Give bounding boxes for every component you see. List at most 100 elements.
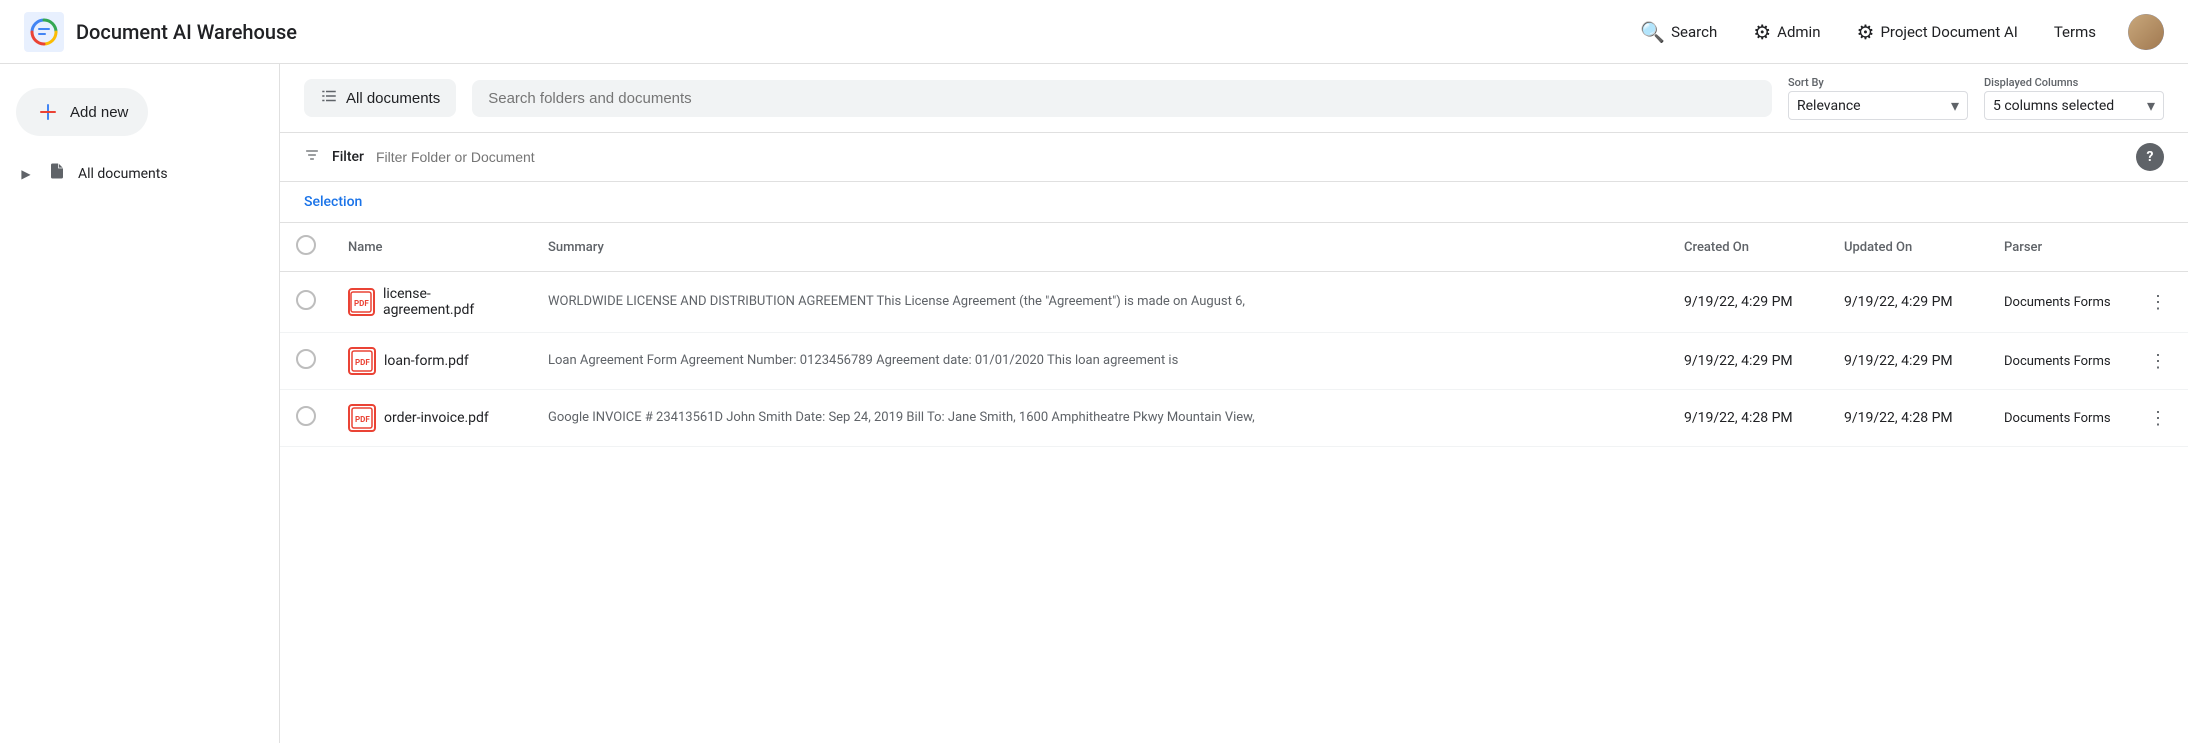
svg-text:PDF: PDF — [354, 299, 369, 308]
summary-text: WORLDWIDE LICENSE AND DISTRIBUTION AGREE… — [548, 294, 1245, 309]
created-on-value: 9/19/22, 4:29 PM — [1684, 353, 1793, 369]
row-checkbox[interactable] — [296, 406, 316, 426]
filter-icon — [304, 147, 320, 167]
search-icon: 🔍 — [1640, 20, 1665, 44]
filter-bar: Filter ? — [280, 133, 2188, 182]
parser-value: Documents Forms — [2004, 354, 2111, 369]
updated-on-value: 9/19/22, 4:28 PM — [1844, 410, 1953, 426]
row-parser-cell: Documents Forms — [1988, 333, 2128, 390]
table-row: PDF order-invoice.pdf Google INVOICE # 2… — [280, 390, 2188, 447]
admin-nav-item[interactable]: ⚙ Admin — [1749, 12, 1824, 52]
file-name-text: order-invoice.pdf — [384, 410, 489, 426]
more-options-button[interactable]: ⋮ — [2144, 288, 2172, 316]
col-header-created: Created On — [1668, 223, 1828, 272]
updated-on-value: 9/19/22, 4:29 PM — [1844, 353, 1953, 369]
row-actions-cell: ⋮ — [2128, 333, 2188, 390]
all-docs-label: All documents — [346, 90, 440, 107]
search-nav-label: Search — [1671, 23, 1717, 41]
row-actions-cell: ⋮ — [2128, 272, 2188, 333]
col-header-parser: Parser — [1988, 223, 2128, 272]
columns-label: Displayed Columns — [1984, 76, 2164, 89]
row-checkbox-cell — [280, 390, 332, 447]
columns-select[interactable]: 5 columns selected ▾ — [1984, 91, 2164, 120]
sort-by-select[interactable]: Relevance ▾ — [1788, 91, 1968, 120]
sort-by-value: Relevance — [1797, 98, 1861, 114]
terms-nav-label: Terms — [2054, 23, 2096, 41]
add-new-button[interactable]: Add new — [16, 88, 148, 136]
row-checkbox-cell — [280, 333, 332, 390]
search-nav-item[interactable]: 🔍 Search — [1636, 12, 1721, 52]
row-updated-cell: 9/19/22, 4:28 PM — [1828, 390, 1988, 447]
summary-text: Google INVOICE # 23413561D John Smith Da… — [548, 410, 1255, 425]
sort-by-group: Sort By Relevance ▾ — [1788, 76, 1968, 120]
nav-actions: 🔍 Search ⚙ Admin ⚙ Project Document AI T… — [1636, 12, 2164, 52]
list-icon — [320, 87, 338, 109]
svg-text:PDF: PDF — [355, 358, 370, 367]
table-row: PDF loan-form.pdf Loan Agreement Form Ag… — [280, 333, 2188, 390]
project-nav-item[interactable]: ⚙ Project Document AI — [1853, 12, 2022, 52]
summary-text: Loan Agreement Form Agreement Number: 01… — [548, 353, 1178, 368]
more-options-button[interactable]: ⋮ — [2144, 404, 2172, 432]
col-header-name: Name — [332, 223, 532, 272]
plus-icon — [36, 100, 60, 124]
row-actions-cell: ⋮ — [2128, 390, 2188, 447]
expand-icon: ▶ — [16, 164, 36, 184]
sort-by-label: Sort By — [1788, 76, 1968, 89]
table-header-row: Name Summary Created On Updated On Parse… — [280, 223, 2188, 272]
row-created-cell: 9/19/22, 4:28 PM — [1668, 390, 1828, 447]
avatar-image — [2128, 14, 2164, 50]
file-name-text: loan-form.pdf — [384, 353, 469, 369]
sidebar: Add new ▶ All documents — [0, 64, 280, 743]
add-new-label: Add new — [70, 104, 128, 121]
admin-icon: ⚙ — [1753, 20, 1771, 44]
help-button[interactable]: ? — [2136, 143, 2164, 171]
row-name-cell: PDF loan-form.pdf — [332, 333, 532, 390]
app-logo: Document AI Warehouse — [24, 12, 297, 52]
header-checkbox[interactable] — [296, 235, 316, 255]
sidebar-item-label: All documents — [78, 166, 168, 182]
selection-row: Selection — [280, 182, 2188, 223]
col-header-summary: Summary — [532, 223, 1668, 272]
main-content: All documents Sort By Relevance ▾ Displa… — [280, 64, 2188, 743]
columns-group: Displayed Columns 5 columns selected ▾ — [1984, 76, 2164, 120]
row-checkbox[interactable] — [296, 290, 316, 310]
row-created-cell: 9/19/22, 4:29 PM — [1668, 333, 1828, 390]
col-header-actions — [2128, 223, 2188, 272]
parser-value: Documents Forms — [2004, 411, 2111, 426]
row-checkbox-cell — [280, 272, 332, 333]
document-icon — [48, 162, 66, 185]
documents-table: Name Summary Created On Updated On Parse… — [280, 223, 2188, 447]
selection-link[interactable]: Selection — [304, 194, 362, 210]
toolbar: All documents Sort By Relevance ▾ Displa… — [280, 64, 2188, 133]
updated-on-value: 9/19/22, 4:29 PM — [1844, 294, 1953, 310]
file-name[interactable]: PDF license-agreement.pdf — [348, 286, 516, 318]
sidebar-item-all-documents[interactable]: ▶ All documents — [0, 152, 263, 195]
file-name[interactable]: PDF loan-form.pdf — [348, 347, 516, 375]
admin-nav-label: Admin — [1777, 23, 1820, 41]
row-summary-cell: WORLDWIDE LICENSE AND DISTRIBUTION AGREE… — [532, 272, 1668, 333]
row-name-cell: PDF order-invoice.pdf — [332, 390, 532, 447]
app-layout: Add new ▶ All documents — [0, 64, 2188, 743]
columns-dropdown-arrow: ▾ — [2147, 96, 2155, 115]
more-options-button[interactable]: ⋮ — [2144, 347, 2172, 375]
sort-dropdown-arrow: ▾ — [1951, 96, 1959, 115]
app-title: Document AI Warehouse — [76, 20, 297, 44]
table-row: PDF license-agreement.pdf WORLDWIDE LICE… — [280, 272, 2188, 333]
created-on-value: 9/19/22, 4:28 PM — [1684, 410, 1793, 426]
pdf-icon: PDF — [348, 288, 375, 316]
pdf-icon: PDF — [348, 404, 376, 432]
search-input[interactable] — [472, 80, 1772, 117]
col-header-updated: Updated On — [1828, 223, 1988, 272]
filter-input[interactable] — [376, 149, 2124, 165]
row-parser-cell: Documents Forms — [1988, 272, 2128, 333]
row-summary-cell: Loan Agreement Form Agreement Number: 01… — [532, 333, 1668, 390]
user-avatar[interactable] — [2128, 14, 2164, 50]
svg-text:PDF: PDF — [355, 415, 370, 424]
all-documents-button[interactable]: All documents — [304, 79, 456, 117]
row-checkbox[interactable] — [296, 349, 316, 369]
terms-nav-item[interactable]: Terms — [2050, 15, 2100, 49]
row-created-cell: 9/19/22, 4:29 PM — [1668, 272, 1828, 333]
project-nav-label: Project Document AI — [1880, 23, 2017, 41]
parser-value: Documents Forms — [2004, 295, 2111, 310]
file-name[interactable]: PDF order-invoice.pdf — [348, 404, 516, 432]
